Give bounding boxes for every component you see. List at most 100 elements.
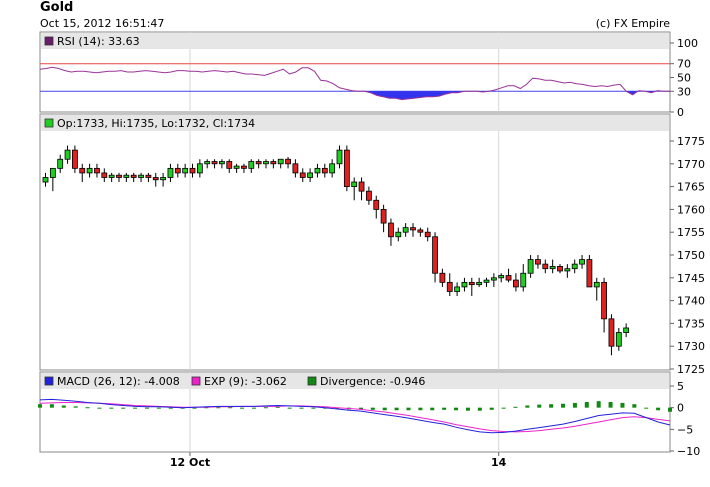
divergence-bar	[133, 407, 138, 409]
candle-body	[94, 167, 100, 174]
candle-body	[513, 279, 519, 288]
candle-body	[593, 281, 600, 288]
divergence-bar	[489, 407, 494, 410]
candle-body	[138, 174, 144, 178]
price-tick-label: 1740	[677, 295, 705, 308]
candle-body	[57, 158, 64, 169]
candle-body	[182, 167, 189, 174]
divergence-bar	[644, 407, 649, 409]
divergence-bar	[144, 407, 149, 409]
candle-body	[615, 332, 622, 347]
candle-body	[277, 158, 284, 165]
macd-tick-label: 0	[677, 402, 684, 415]
rsi-legend-swatch	[44, 36, 54, 46]
candle-body	[116, 174, 122, 178]
candle-body	[233, 165, 240, 169]
candle-body	[307, 172, 314, 178]
panel-frame	[39, 113, 671, 371]
candle-body	[373, 199, 380, 210]
divergence-bar	[311, 407, 316, 409]
candle-body	[130, 174, 137, 178]
candle-body	[263, 161, 269, 165]
candle-body	[211, 161, 218, 165]
macd-tick-label: −5	[677, 423, 693, 436]
price-tick-label: 1750	[677, 249, 705, 262]
candle-body	[461, 281, 468, 288]
candle-body	[623, 327, 630, 333]
divergence-bar	[608, 402, 613, 408]
candle-body	[145, 174, 152, 178]
candle-body	[196, 163, 203, 174]
divergence-bar	[61, 405, 66, 408]
divergence-bar	[251, 407, 256, 409]
divergence-bar	[156, 407, 161, 409]
price-panel: 1725 1730 1735 1740 1745 1750 1755 1760 1765 1770…	[39, 113, 705, 376]
candle-body	[248, 161, 255, 169]
price-tick-label: 1725	[677, 363, 705, 376]
price-tick-label: 1735	[677, 317, 705, 330]
divergence-bar	[632, 404, 637, 408]
price-tick-label: 1765	[677, 181, 705, 194]
candle-body	[490, 277, 497, 281]
candle	[586, 255, 593, 288]
candle-body	[336, 149, 343, 165]
candle-body	[86, 167, 93, 174]
divergence-bar	[584, 402, 589, 408]
candle-body	[123, 174, 130, 178]
divergence-bar	[561, 403, 566, 408]
macd-tick-label: 5	[677, 380, 684, 393]
exp-legend-swatch	[191, 376, 201, 386]
rsi-tick-label: 100	[677, 37, 698, 50]
candle-body	[152, 177, 159, 181]
candle-body	[49, 167, 56, 178]
divergence-bar	[168, 407, 173, 409]
candle-body	[365, 190, 372, 201]
candle-body	[270, 161, 277, 165]
divergence-bar	[85, 407, 90, 409]
macd-legend-swatch	[44, 376, 54, 386]
candle-body	[498, 275, 505, 279]
x-tick-label: 12 Oct	[170, 456, 210, 469]
divergence-bar	[430, 407, 435, 411]
divergence-bar	[192, 407, 197, 409]
rsi-legend-text: RSI (14): 33.63	[57, 35, 140, 48]
candle-body	[174, 167, 181, 174]
price-tick-label: 1755	[677, 226, 705, 239]
divergence-bar	[549, 404, 554, 408]
rsi-tick-label: 70	[677, 58, 691, 71]
candle-body	[542, 263, 549, 270]
price-tick-label: 1760	[677, 203, 705, 216]
candle-body	[454, 286, 461, 292]
candle-body	[292, 163, 299, 174]
candle-body	[520, 272, 527, 288]
price-tick-label: 1730	[677, 340, 705, 353]
divergence-bar	[454, 407, 459, 411]
candle-body	[255, 161, 262, 165]
macd-panel: −10 −5 0 5 MACD (26, 12): -4.008 EXP (9): -3.…	[38, 371, 700, 458]
divergence-bar	[240, 407, 245, 409]
divergence-bar	[525, 405, 530, 408]
divergence-bar	[537, 404, 542, 408]
chart-canvas: 0305070100RSI (14): 33.63 17251730173517…	[38, 31, 705, 469]
divergence-bar	[287, 407, 292, 409]
candle-body	[483, 279, 490, 283]
divergence-legend-swatch	[307, 376, 317, 386]
candle-body	[395, 231, 402, 238]
macd-legend-text: MACD (26, 12): -4.008	[57, 375, 180, 388]
rsi-tick-label: 0	[677, 106, 684, 119]
divergence-bar	[572, 402, 577, 408]
divergence-bar	[275, 406, 280, 408]
candle-body	[108, 174, 115, 178]
price-legend-text: Op:1733, Hi:1735, Lo:1732, Cl:1734	[57, 117, 255, 130]
candle-body	[204, 161, 211, 165]
candle-body	[549, 265, 556, 270]
price-tick-label: 1775	[677, 135, 705, 148]
candle-body	[439, 272, 446, 283]
x-tick-label: 14	[491, 456, 507, 469]
candle-body	[226, 161, 233, 169]
candle-body	[321, 167, 328, 174]
divergence-bar	[370, 407, 375, 410]
divergence-bar	[382, 407, 387, 411]
candle-body	[388, 222, 394, 238]
divergence-bar	[299, 407, 304, 409]
